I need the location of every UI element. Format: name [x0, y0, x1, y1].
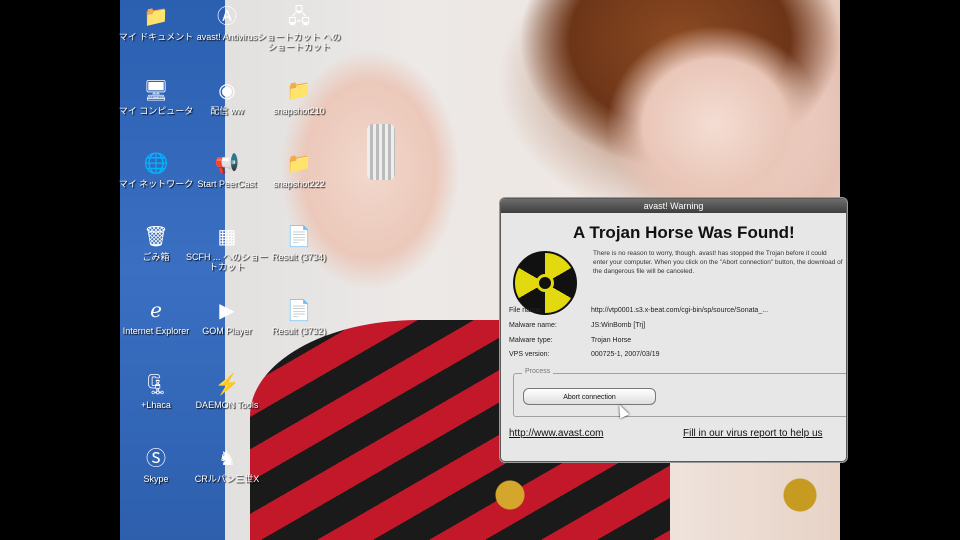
shortcut-icon: 🖧 — [287, 6, 311, 28]
scfh-icon: ▦ — [217, 226, 237, 248]
result-file-icon: 📄 — [286, 226, 312, 248]
vps-version-row: VPS version: 000725-1, 2007/03/19 — [509, 351, 660, 358]
desktop-icon-label: snapshot210 — [273, 106, 325, 116]
desktop-icon-label: snapshot222 — [273, 179, 325, 189]
desktop-icon[interactable]: 📁 snapshot210 — [255, 78, 343, 116]
row-key: File name: — [509, 307, 542, 314]
desktop-icon-label: Result (3734) — [271, 252, 327, 262]
avast-website-link[interactable]: http://www.avast.com — [509, 428, 603, 439]
peercast-icon: 📢 — [214, 153, 240, 175]
desktop-icon[interactable]: 📄 Result (3734) — [255, 224, 343, 262]
avast-icon: Ⓐ — [217, 6, 237, 28]
folder-documents-icon: 📁 — [143, 6, 169, 28]
row-key: Malware type: — [509, 337, 553, 344]
row-value: Trojan Horse — [591, 337, 632, 344]
desktop-icon[interactable]: 🖧 ショートカット へのショートカット — [255, 4, 343, 52]
internet-explorer-icon: ℯ — [150, 300, 162, 322]
abort-connection-button[interactable]: Abort connection — [523, 388, 656, 405]
daemon-tools-icon: ⚡ — [214, 374, 240, 396]
avast-warning-dialog: avast! Warning A Trojan Horse Was Found!… — [500, 198, 847, 462]
radiation-warning-icon — [513, 251, 577, 315]
cr-lupin-icon: ♞ — [218, 448, 236, 470]
malware-type-row: Malware type: Trojan Horse — [509, 337, 631, 344]
wallpaper-necklace — [490, 455, 830, 540]
folder-icon: 📁 — [286, 80, 312, 102]
process-legend: Process — [522, 368, 554, 375]
row-key: Malware name: — [509, 322, 557, 329]
row-key: VPS version: — [509, 351, 550, 358]
row-value: http://vtp0001.s3.x-beat.com/cgi-bin/sp/… — [591, 307, 769, 314]
broadcast-icon: ◉ — [218, 80, 236, 102]
my-network-icon: 🌐 — [143, 153, 169, 175]
desktop-icon-label: Result (3732) — [271, 326, 327, 336]
dialog-heading: A Trojan Horse Was Found! — [573, 223, 795, 242]
dialog-description: There is no reason to worry, though. ava… — [593, 250, 843, 275]
dialog-title-bar[interactable]: avast! Warning — [501, 199, 846, 213]
desktop-icon-label: DAEMON Tools — [195, 400, 259, 410]
malware-name-row: Malware name: JS:WinBomb [Trj] — [509, 322, 645, 329]
file-name-row: File name: http://vtp0001.s3.x-beat.com/c… — [509, 307, 768, 314]
row-value: JS:WinBomb [Trj] — [591, 322, 646, 329]
desktop-icon[interactable]: ⚡ DAEMON Tools — [183, 372, 271, 410]
result-file-icon: 📄 — [286, 300, 312, 322]
wallpaper-ring — [367, 124, 395, 180]
skype-icon: Ⓢ — [146, 448, 166, 470]
gom-player-icon: ▶ — [219, 300, 235, 322]
desktop-icon[interactable]: ♞ CRルパン三世X — [183, 446, 271, 484]
recycle-bin-icon: 🗑 — [143, 226, 169, 248]
my-computer-icon: 🖥 — [143, 80, 169, 102]
lhaca-icon: 🗜 — [143, 374, 169, 396]
desktop-icon[interactable]: 📁 snapshot222 — [255, 151, 343, 189]
folder-icon: 📁 — [286, 153, 312, 175]
row-value: 000725-1, 2007/03/19 — [591, 351, 660, 358]
desktop-icon[interactable]: 📄 Result (3732) — [255, 298, 343, 336]
virus-report-link[interactable]: Fill in our virus report to help us — [683, 428, 823, 439]
desktop-icon-label: CRルパン三世X — [194, 474, 260, 484]
desktop-icon-label: ショートカット へのショートカット — [257, 32, 341, 52]
